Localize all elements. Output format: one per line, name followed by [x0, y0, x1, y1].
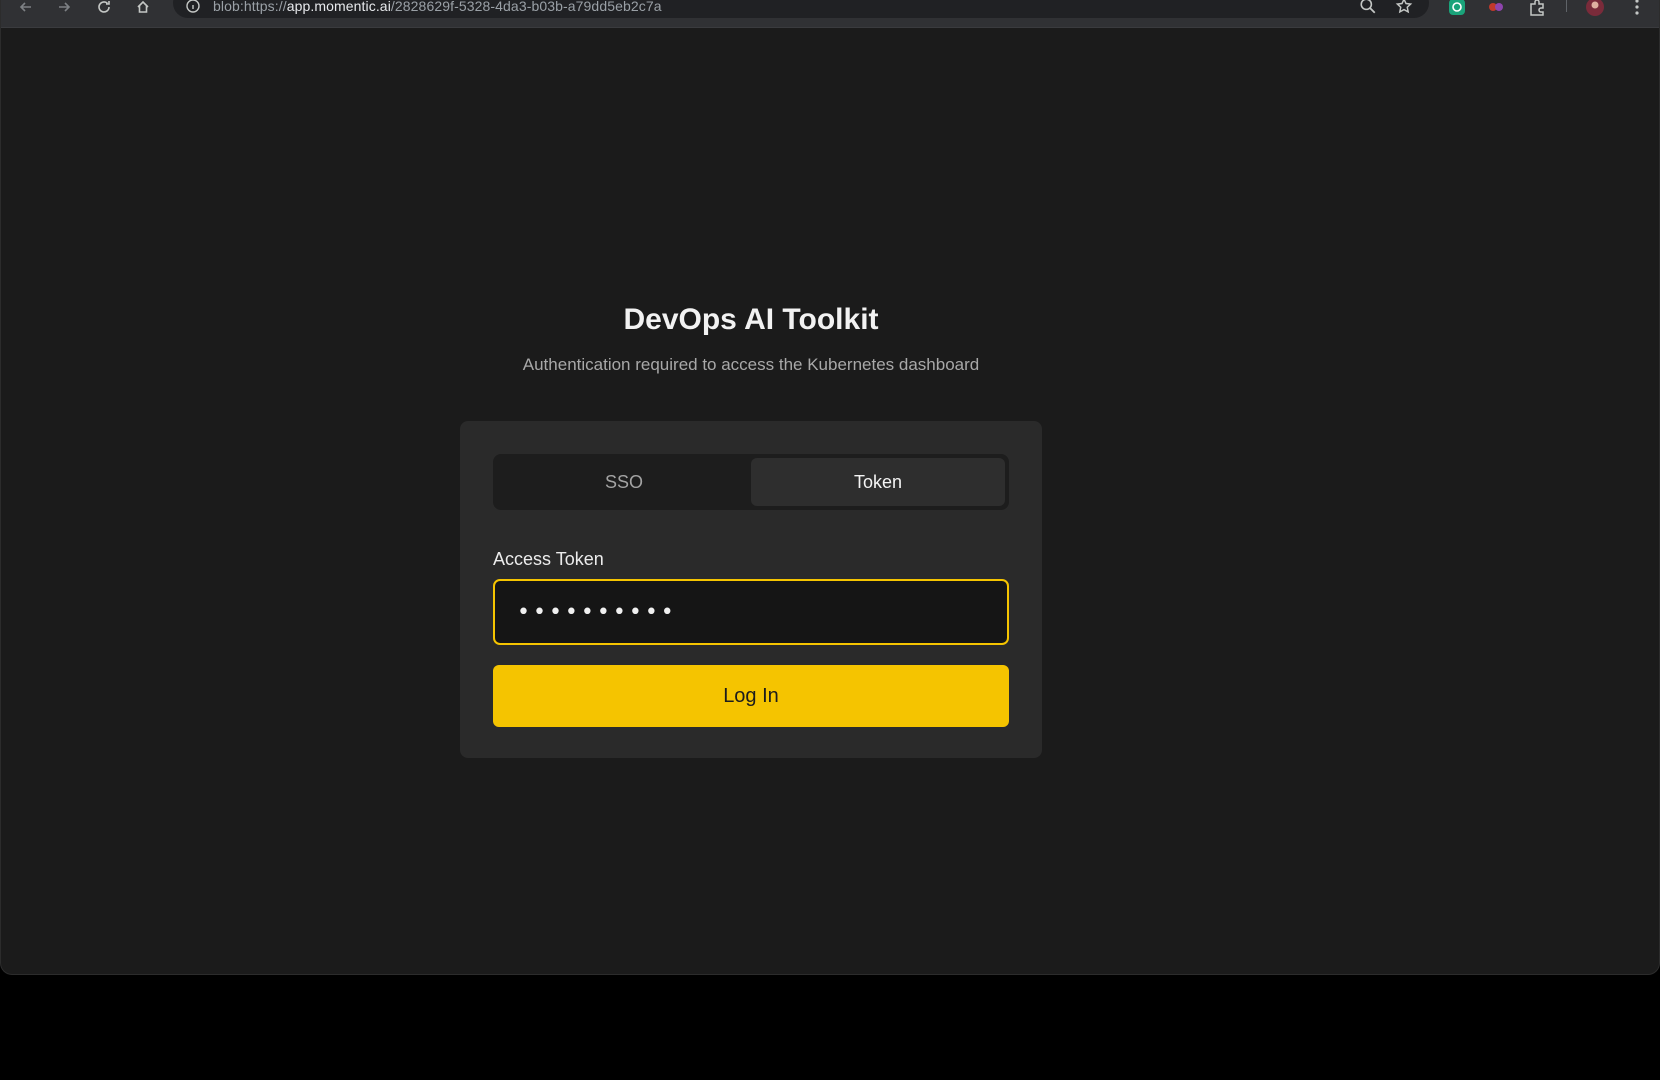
toolbar-divider [1566, 0, 1567, 12]
browser-toolbar: blob:https://app.momentic.ai/2828629f-53… [1, 0, 1659, 28]
page-subtitle: Authentication required to access the Ku… [522, 355, 980, 374]
menu-dots-icon[interactable] [1626, 0, 1648, 18]
tab-token[interactable]: Token [751, 458, 1005, 506]
home-icon[interactable] [132, 0, 154, 18]
address-bar[interactable]: blob:https://app.momentic.ai/2828629f-53… [173, 0, 1429, 18]
extensions-puzzle-icon[interactable] [1526, 0, 1548, 18]
profile-avatar[interactable] [1584, 0, 1606, 18]
auth-method-tabs: SSO Token [493, 454, 1009, 510]
extension-icon[interactable] [1446, 0, 1468, 18]
forward-icon[interactable] [53, 0, 75, 18]
login-button[interactable]: Log In [493, 665, 1009, 727]
zoom-icon[interactable] [1359, 0, 1377, 15]
site-info-icon[interactable] [185, 0, 201, 14]
access-token-input[interactable] [493, 579, 1009, 645]
page-content: DevOps AI Toolkit Authentication require… [1, 28, 1659, 974]
bookmark-star-icon[interactable] [1395, 0, 1413, 15]
url-text: blob:https://app.momentic.ai/2828629f-53… [213, 0, 662, 14]
page-title: DevOps AI Toolkit [623, 303, 879, 336]
extension-icon[interactable] [1485, 0, 1507, 18]
back-icon[interactable] [15, 0, 37, 18]
url-host: app.momentic.ai [286, 0, 391, 14]
login-card: SSO Token Access Token Log In [460, 421, 1042, 758]
reload-icon[interactable] [93, 0, 115, 18]
url-path: /2828629f-5328-4da3-b03b-a79dd5eb2c7a [390, 0, 662, 14]
browser-window: blob:https://app.momentic.ai/2828629f-53… [0, 0, 1660, 975]
access-token-label: Access Token [493, 549, 604, 569]
url-prefix: blob:https:// [213, 0, 287, 14]
tab-sso[interactable]: SSO [497, 458, 751, 506]
